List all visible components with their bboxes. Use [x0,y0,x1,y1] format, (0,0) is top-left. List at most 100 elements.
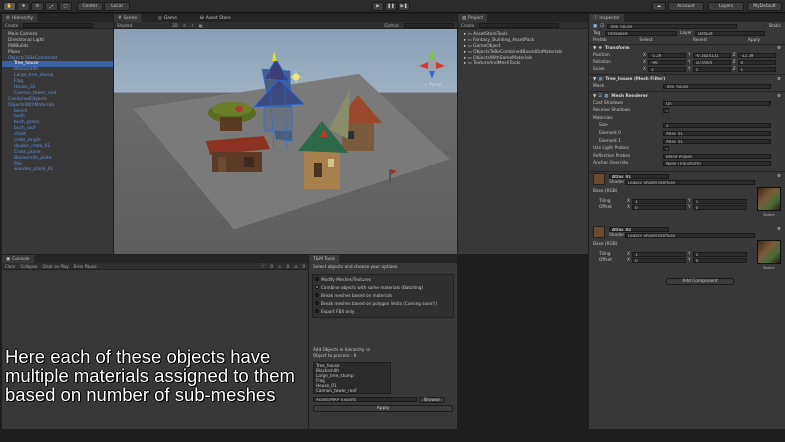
component-gear-icon[interactable]: ⚙ [777,174,781,179]
offset-x-field[interactable]: 0 [631,257,686,263]
tab-inspector[interactable]: ⓘ Inspector [589,14,624,22]
enabled-checkbox[interactable]: ☑ [598,94,602,99]
2d-toggle[interactable]: 2D [172,23,178,28]
radio-button[interactable] [315,309,319,313]
offset-y-field[interactable]: 0 [692,257,747,263]
tool-option[interactable]: Break meshes based on polygon limits (Co… [315,300,437,306]
tab-console[interactable]: ▣ Console [2,255,34,263]
prefab-revert-button[interactable]: Revert [673,38,727,43]
tiling-x-field[interactable]: 1 [631,251,686,257]
pivot-toggle[interactable]: Center [77,2,103,11]
expand-arrow-icon[interactable]: ▼ [593,94,596,99]
renderer-field-value[interactable]: ✓ [663,108,669,114]
hierarchy-item[interactable]: wooden_plank_01 [2,167,113,173]
scale-y-field[interactable]: 1 [692,66,731,72]
shading-dropdown[interactable]: Shaded [117,23,167,28]
static-checkbox[interactable]: Static [769,24,781,29]
renderer-field-value[interactable]: ✓ [663,146,669,152]
rotation-x-field[interactable]: -90 [647,59,686,65]
play-button[interactable]: ▶ [372,2,384,11]
component-gear-icon[interactable]: ⚙ [777,227,781,232]
account-dropdown[interactable]: Account [668,2,704,11]
scale-tool-icon[interactable]: ⤢ [45,2,58,11]
radio-button[interactable] [315,285,319,289]
add-objects-checkbox[interactable]: ☑ [366,347,370,352]
tiling-y-field[interactable]: 1 [692,198,747,204]
info-count-icon[interactable]: ⓘ [261,263,265,269]
tab-game[interactable]: ◎ Game [154,14,181,22]
effects-toggle-icon[interactable]: ▦ [199,23,203,28]
component-gear-icon[interactable]: ⚙ [777,94,781,99]
tab-project[interactable]: ▤ Project [458,14,488,22]
project-create-dropdown[interactable]: Create [461,23,474,28]
shader-dropdown[interactable]: Legacy Shaders/Diffuse [625,232,755,238]
pause-button[interactable]: ❚❚ [385,2,397,11]
collapse-button[interactable]: Collapse [20,264,37,269]
layer-dropdown[interactable]: Default [694,30,765,36]
layers-dropdown[interactable]: Layers [708,2,744,11]
browse-button[interactable]: Browse [419,397,445,403]
rotate-tool-icon[interactable]: ⟳ [31,2,44,11]
rect-tool-icon[interactable]: ▢ [59,2,72,11]
position-y-field[interactable]: -0.1824131 [692,52,731,58]
tab-hierarchy[interactable]: ☰ Hierarchy [2,14,38,22]
tiling-y-field[interactable]: 1 [692,251,747,257]
offset-x-field[interactable]: 0 [631,204,686,210]
object-list-item[interactable]: Cannon_tower_roof [314,388,390,393]
apply-button[interactable]: Apply [313,405,453,412]
texture-thumbnail[interactable] [757,187,781,211]
scene-search-input[interactable] [404,22,454,28]
clear-button[interactable]: Clear [5,264,15,269]
radio-button[interactable] [315,293,319,297]
tool-option[interactable]: Combine objects with same materials (Bat… [315,284,423,290]
position-x-field[interactable]: -5.29 [647,52,686,58]
texture-select-button[interactable]: Select [757,212,781,217]
tool-option[interactable]: Break meshes based on materials [315,292,392,298]
renderer-field-value[interactable]: Atlas_01 [663,138,771,144]
shader-dropdown[interactable]: Legacy Shaders/Diffuse [625,179,755,185]
texture-select-button[interactable]: Select [757,265,781,270]
light-toggle-icon[interactable]: ☼ [183,23,187,28]
scale-z-field[interactable]: 1 [737,66,776,72]
hierarchy-search-input[interactable] [23,22,94,28]
audio-toggle-icon[interactable]: ♪ [191,23,194,28]
prefab-apply-button[interactable]: Apply [727,38,781,43]
tab-asset-store[interactable]: ⛁ Asset Store [196,14,235,22]
expand-arrow-icon[interactable]: ▼ [593,77,596,82]
rotation-z-field[interactable]: 0 [737,59,776,65]
object-name-field[interactable]: Tree_house [606,23,737,29]
space-toggle[interactable]: Local [104,2,130,11]
tiling-x-field[interactable]: 1 [631,198,686,204]
gizmos-dropdown[interactable]: Gizmos [384,23,399,28]
hand-tool-icon[interactable]: ✋ [3,2,16,11]
create-dropdown[interactable]: Create [5,23,18,28]
expand-arrow-icon[interactable]: ▼ [593,46,596,51]
tool-option[interactable]: Modify Meshes/Textures [315,276,371,282]
renderer-field-value[interactable]: Atlas_01 [663,130,771,136]
error-count-icon[interactable]: ⊘ [294,264,297,269]
radio-button[interactable] [315,277,319,281]
scene-viewport[interactable]: < Persp [114,29,457,254]
component-gear-icon[interactable]: ⚙ [777,77,781,82]
scale-x-field[interactable]: 1 [647,66,686,72]
tag-dropdown[interactable]: Untagged [605,30,677,36]
clear-on-play-button[interactable]: Clear on Play [42,264,68,269]
position-z-field[interactable]: -12.39 [737,52,776,58]
export-path-field[interactable]: Assets/MRP_Exports [313,397,417,402]
texture-thumbnail[interactable] [757,240,781,264]
error-pause-button[interactable]: Error Pause [74,264,97,269]
active-checkbox[interactable]: ☑ [600,24,604,29]
move-tool-icon[interactable]: ✥ [17,2,30,11]
renderer-field-value[interactable]: None (Transform) [663,161,771,167]
layout-dropdown[interactable]: MyDefault [747,2,782,11]
prefab-select-button[interactable]: Select [619,38,673,43]
renderer-field-value[interactable]: On [663,100,771,106]
project-search-input[interactable] [479,22,560,28]
rotation-y-field[interactable]: 10.0004 [692,59,731,65]
tool-option[interactable]: Export FBX only [315,308,354,314]
component-gear-icon[interactable]: ⚙ [777,46,781,51]
objects-list[interactable]: Tree_house Blacksmith Large_tree_stump Flag… [313,362,391,394]
mesh-field[interactable]: Tree_house [663,83,771,89]
step-button[interactable]: ▶❚ [398,2,410,11]
renderer-field-value[interactable]: Blend Probes [663,153,771,159]
